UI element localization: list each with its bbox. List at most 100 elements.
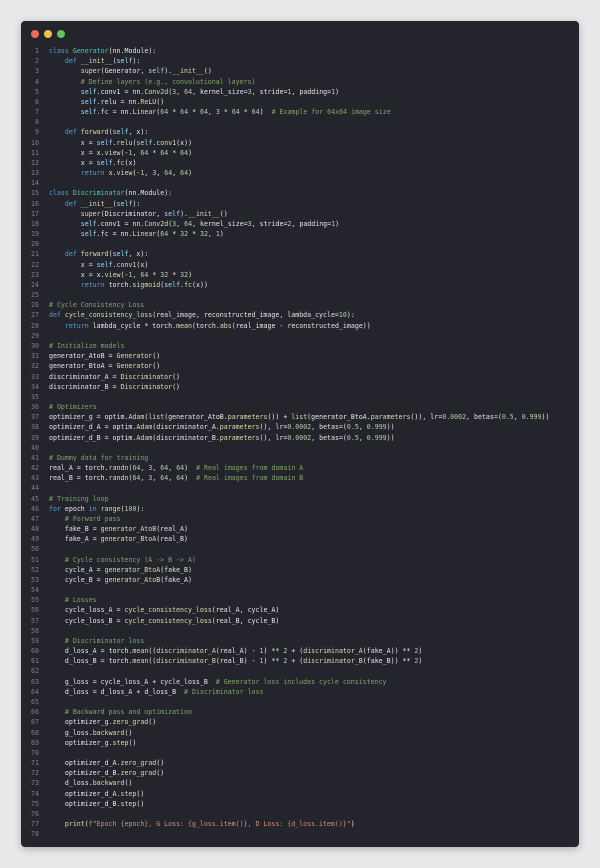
line-code: optimizer_g.zero_grad() <box>64 718 157 727</box>
code-line[interactable]: 29 <box>21 331 579 341</box>
code-line[interactable]: 69 optimizer_g.step() <box>21 738 579 748</box>
code-line[interactable]: 50 <box>21 544 579 554</box>
code-line[interactable]: 42 real_A = torch.randn(64, 3, 64, 64) # … <box>21 463 579 473</box>
code-line[interactable]: 59 # Discriminator loss <box>21 636 579 646</box>
code-line[interactable]: 25 <box>21 290 579 300</box>
code-line[interactable]: 47 # Forward pass <box>21 514 579 524</box>
code-line[interactable]: 68 g_loss.backward() <box>21 728 579 738</box>
line-code: # Cycle consistency (A -> B -> A) <box>64 555 196 564</box>
code-line[interactable]: 40 <box>21 443 579 453</box>
code-line[interactable]: 63 g_loss = cycle_loss_A + cycle_loss_B … <box>21 677 579 687</box>
code-line[interactable]: 1 class Generator(nn.Module): <box>21 46 579 56</box>
code-line[interactable]: 66 # Backward pass and optimization <box>21 707 579 717</box>
line-number: 4 <box>35 77 39 86</box>
line-number: 24 <box>31 280 39 289</box>
code-line[interactable]: 32 generator_BtoA = Generator() <box>21 361 579 371</box>
code-line[interactable]: 77 print(f"Epoch {epoch}, G Loss: {g_los… <box>21 819 579 829</box>
code-line[interactable]: 43 real_B = torch.randn(64, 3, 64, 64) # … <box>21 473 579 483</box>
close-button[interactable] <box>31 30 39 38</box>
code-line[interactable]: 14 <box>21 178 579 188</box>
code-line[interactable]: 71 optimizer_d_A.zero_grad() <box>21 758 579 768</box>
code-line[interactable]: 36 # Optimizers <box>21 402 579 412</box>
code-editor[interactable]: 1 class Generator(nn.Module): 2 def __init… <box>21 46 579 839</box>
code-line[interactable]: 4 # Define layers (e.g., convolutional l… <box>21 77 579 87</box>
code-line[interactable]: 30 # Initialize models <box>21 341 579 351</box>
code-line[interactable]: 67 optimizer_g.zero_grad() <box>21 717 579 727</box>
code-line[interactable]: 52 cycle_A = generator_BtoA(fake_B) <box>21 565 579 575</box>
code-line[interactable]: 58 <box>21 626 579 636</box>
code-line[interactable]: 60 d_loss_A = torch.mean((discriminator_… <box>21 646 579 656</box>
code-line[interactable]: 70 <box>21 748 579 758</box>
code-line[interactable]: 51 # Cycle consistency (A -> B -> A) <box>21 555 579 565</box>
code-line[interactable]: 41 # Dummy data for training <box>21 453 579 463</box>
code-line[interactable]: 44 <box>21 483 579 493</box>
code-line[interactable]: 8 <box>21 117 579 127</box>
code-line[interactable]: 53 cycle_B = generator_AtoB(fake_A) <box>21 575 579 585</box>
code-line[interactable]: 78 <box>21 829 579 839</box>
line-number: 41 <box>31 453 39 462</box>
code-line[interactable]: 12 x = self.fc(x) <box>21 158 579 168</box>
code-line[interactable]: 64 d_loss = d_loss_A + d_loss_B # Discri… <box>21 687 579 697</box>
code-line[interactable]: 62 <box>21 666 579 676</box>
code-line[interactable]: 34 discriminator_B = Discriminator() <box>21 382 579 392</box>
code-line[interactable]: 37 optimizer_g = optim.Adam(list(generato… <box>21 412 579 422</box>
code-line[interactable]: 27 def cycle_consistency_loss(real_image,… <box>21 310 579 320</box>
code-line[interactable]: 73 d_loss.backward() <box>21 778 579 788</box>
code-line[interactable]: 46 for epoch in range(100): <box>21 504 579 514</box>
code-line[interactable]: 35 <box>21 392 579 402</box>
code-line[interactable]: 31 generator_AtoB = Generator() <box>21 351 579 361</box>
line-code: generator_AtoB = Generator() <box>49 352 161 361</box>
code-line[interactable]: 61 d_loss_B = torch.mean((discriminator_… <box>21 656 579 666</box>
code-line[interactable]: 6 self.relu = nn.ReLU() <box>21 97 579 107</box>
code-line[interactable]: 39 optimizer_d_B = optim.Adam(discriminat… <box>21 433 579 443</box>
code-line[interactable]: 11 x = x.view(-1, 64 * 64 * 64) <box>21 148 579 158</box>
code-line[interactable]: 76 <box>21 809 579 819</box>
code-line[interactable]: 75 optimizer_d_B.step() <box>21 799 579 809</box>
code-line[interactable]: 17 super(Discriminator, self).__init__() <box>21 209 579 219</box>
code-line[interactable]: 15 class Discriminator(nn.Module): <box>21 188 579 198</box>
code-line[interactable]: 22 x = self.conv1(x) <box>21 260 579 270</box>
code-window: 1 class Generator(nn.Module): 2 def __init… <box>21 21 579 847</box>
line-number: 45 <box>31 494 39 503</box>
line-number: 55 <box>31 596 39 605</box>
minimize-button[interactable] <box>44 30 52 38</box>
line-code: real_A = torch.randn(64, 3, 64, 64) # Re… <box>49 464 304 473</box>
line-code: def forward(self, x): <box>64 128 149 137</box>
code-line[interactable]: 10 x = self.relu(self.conv1(x)) <box>21 138 579 148</box>
line-number: 14 <box>31 179 39 188</box>
code-line[interactable]: 2 def __init__(self): <box>21 56 579 66</box>
code-line[interactable]: 13 return x.view(-1, 3, 64, 64) <box>21 168 579 178</box>
code-line[interactable]: 7 self.fc = nn.Linear(64 * 64 * 64, 3 * … <box>21 107 579 117</box>
code-line[interactable]: 55 # Losses <box>21 595 579 605</box>
code-line[interactable]: 3 super(Generator, self).__init__() <box>21 66 579 76</box>
code-line[interactable]: 45 # Training loop <box>21 494 579 504</box>
code-line[interactable]: 49 fake_A = generator_BtoA(real_B) <box>21 534 579 544</box>
code-line[interactable]: 38 optimizer_d_A = optim.Adam(discriminat… <box>21 422 579 432</box>
code-line[interactable]: 9 def forward(self, x): <box>21 127 579 137</box>
code-line[interactable]: 57 cycle_loss_B = cycle_consistency_loss… <box>21 616 579 626</box>
code-line[interactable]: 74 optimizer_d_A.step() <box>21 789 579 799</box>
code-line[interactable]: 65 <box>21 697 579 707</box>
line-code: d_loss.backward() <box>64 779 133 788</box>
code-line[interactable]: 16 def __init__(self): <box>21 199 579 209</box>
code-line[interactable]: 24 return torch.sigmoid(self.fc(x)) <box>21 280 579 290</box>
maximize-button[interactable] <box>57 30 65 38</box>
code-line[interactable]: 33 discriminator_A = Discriminator() <box>21 372 579 382</box>
code-line[interactable]: 19 self.fc = nn.Linear(64 * 32 * 32, 1) <box>21 229 579 239</box>
code-line[interactable]: 28 return lambda_cycle * torch.mean(torc… <box>21 321 579 331</box>
code-line[interactable]: 26 # Cycle Consistency Loss <box>21 300 579 310</box>
code-line[interactable]: 5 self.conv1 = nn.Conv2d(3, 64, kernel_s… <box>21 87 579 97</box>
code-line[interactable]: 23 x = x.view(-1, 64 * 32 * 32) <box>21 270 579 280</box>
code-line[interactable]: 48 fake_B = generator_AtoB(real_A) <box>21 524 579 534</box>
code-line[interactable]: 21 def forward(self, x): <box>21 249 579 259</box>
line-code: self.fc = nn.Linear(64 * 64 * 64, 3 * 64… <box>80 108 391 117</box>
code-line[interactable]: 56 cycle_loss_A = cycle_consistency_loss… <box>21 605 579 615</box>
line-number: 17 <box>31 209 39 218</box>
line-number: 46 <box>31 504 39 513</box>
code-line[interactable]: 72 optimizer_d_B.zero_grad() <box>21 768 579 778</box>
line-number: 70 <box>31 748 39 757</box>
code-line[interactable]: 18 self.conv1 = nn.Conv2d(3, 64, kernel_… <box>21 219 579 229</box>
code-line[interactable]: 20 <box>21 239 579 249</box>
code-line[interactable]: 54 <box>21 585 579 595</box>
line-number: 31 <box>31 352 39 361</box>
